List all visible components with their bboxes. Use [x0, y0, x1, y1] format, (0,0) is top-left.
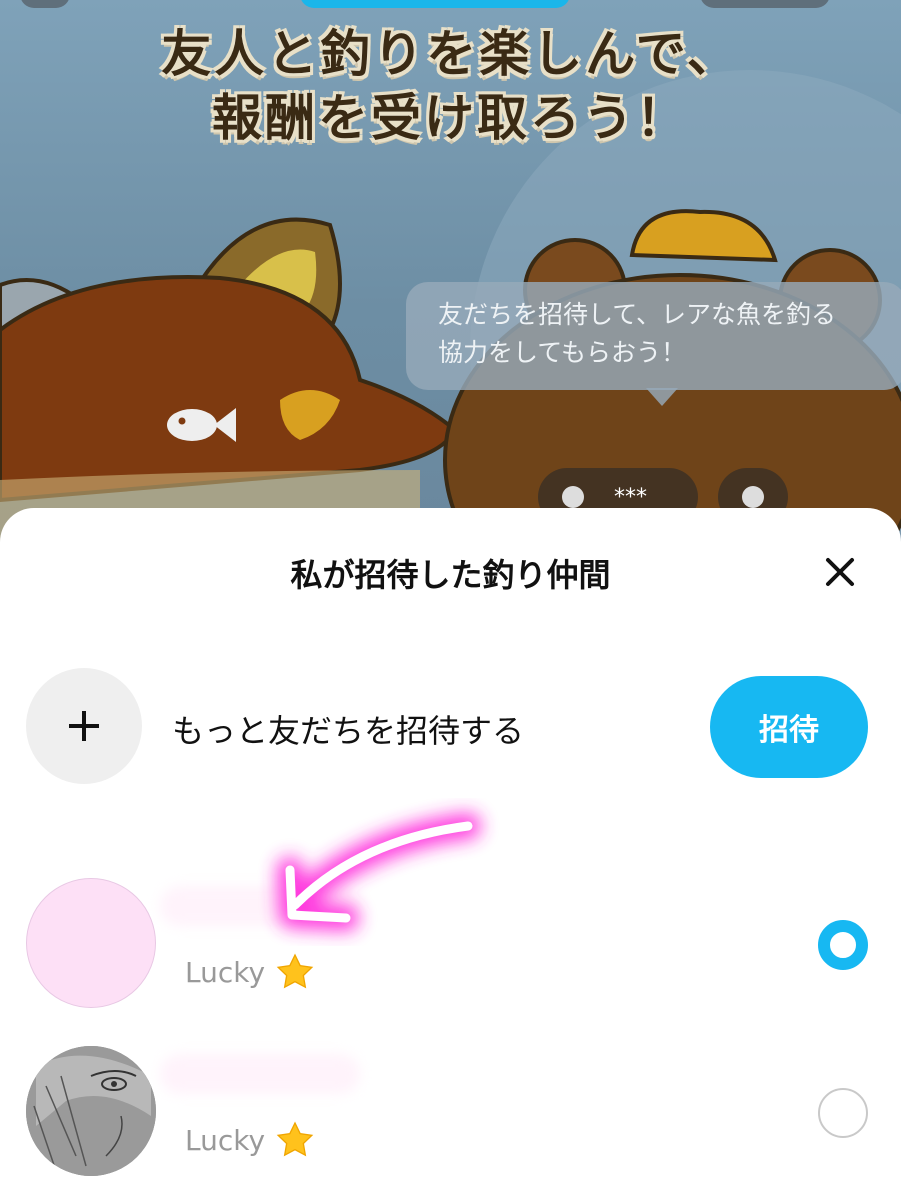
user-icon: [742, 486, 764, 508]
star-icon: [276, 953, 314, 989]
friend-row-1[interactable]: Lucky: [0, 878, 901, 1010]
hint-speech-bubble: 友だちを招待して、レアな魚を釣る 協力をしてもらおう！: [406, 282, 901, 390]
friend-name-redacted: [160, 886, 360, 926]
friend-row-2[interactable]: Lucky: [0, 1046, 901, 1178]
plus-icon: [69, 711, 99, 741]
add-friend-circle[interactable]: [26, 668, 142, 784]
friend-name-redacted: [160, 1054, 360, 1094]
invite-button[interactable]: 招待: [710, 676, 868, 778]
invite-more-label: もっと友だちを招待する: [172, 712, 525, 750]
sheet-title: 私が招待した釣り仲間: [290, 556, 611, 594]
rank-label: Lucky: [185, 1123, 266, 1157]
sketch-portrait-image: [26, 1046, 156, 1176]
invited-friends-sheet: 私が招待した釣り仲間 もっと友だちを招待する 招待 Lucky Lucky: [0, 508, 901, 1200]
close-button[interactable]: [816, 548, 864, 596]
friend-select-radio[interactable]: [818, 920, 868, 970]
avatar: [26, 878, 156, 1008]
friend-count-text: ***: [614, 484, 647, 510]
bubble-line2: 協力をしてもらおう！: [438, 338, 687, 367]
hero-banner: 友人と釣りを楽しんで、 報酬を受け取ろう！ 友だちを招待して、レアな魚を釣る 協…: [0, 0, 901, 560]
friend-rank: Lucky: [185, 1120, 315, 1160]
friend-add-icon: [562, 486, 584, 508]
friend-rank: Lucky: [185, 952, 315, 992]
avatar: [26, 1046, 156, 1176]
friend-select-radio[interactable]: [818, 1088, 868, 1138]
bubble-tail: [646, 388, 678, 406]
close-icon: [826, 558, 854, 586]
bubble-line1: 友だちを招待して、レアな魚を釣る: [438, 300, 837, 329]
invite-more-row[interactable]: もっと友だちを招待する 招待: [0, 668, 901, 786]
star-icon: [276, 1121, 314, 1157]
rank-label: Lucky: [185, 955, 266, 989]
